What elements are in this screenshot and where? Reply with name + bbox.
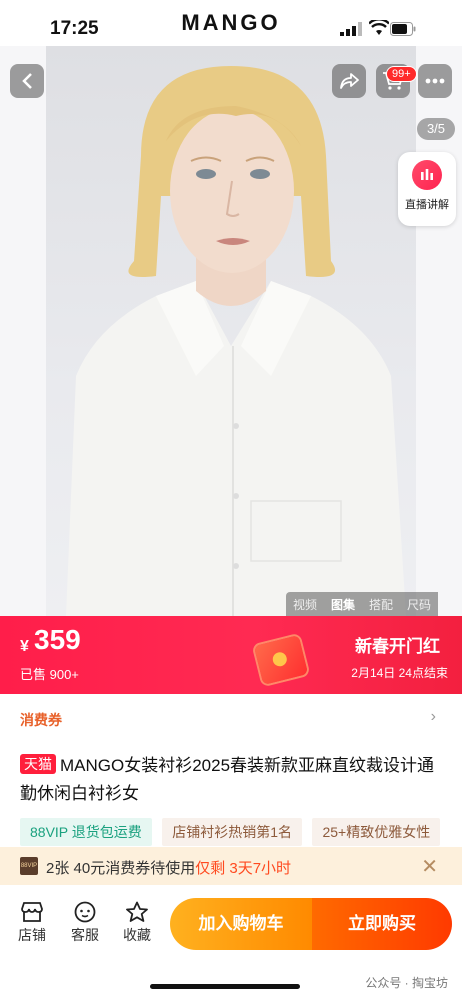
signal-icon — [340, 22, 362, 36]
favorite-label: 收藏 — [123, 927, 151, 943]
wifi-icon — [369, 20, 389, 35]
coupon-label: 消费券 — [20, 712, 62, 728]
sold-count: 已售 900+ — [20, 667, 79, 682]
status-bar: 17:25 MANGO — [0, 0, 462, 46]
model-photo — [66, 66, 406, 616]
share-icon — [340, 73, 359, 89]
star-icon — [126, 901, 148, 922]
coupon-notice[interactable]: 88VIP 2张 40元消费券待使用仅剩 3天7小时 ✕ — [0, 847, 462, 885]
price-amount: 359 — [34, 624, 81, 655]
tag-style[interactable]: 25+精致优雅女性 — [312, 818, 441, 846]
promo-title: 新春开门红 — [355, 637, 440, 656]
product-title-text: MANGO女装衬衫2025春装新款亚麻直纹裁设计通勤休闲白衬衫女 — [20, 756, 435, 803]
tmall-badge: 天猫 — [20, 754, 56, 774]
tag-vip-shipping[interactable]: 88VIP 退货包运费 — [20, 818, 152, 846]
store-label: 店铺 — [18, 927, 46, 943]
currency-symbol: ¥ — [20, 638, 29, 655]
store-button[interactable]: 店铺 — [12, 901, 52, 945]
store-icon — [21, 902, 43, 922]
home-indicator — [150, 984, 300, 989]
customer-service-icon — [74, 901, 96, 923]
live-label: 直播讲解 — [405, 199, 449, 211]
vip-logo-icon: 88VIP — [20, 857, 38, 875]
tab-size[interactable]: 尺码 — [400, 592, 438, 616]
tab-video[interactable]: 视频 — [286, 592, 324, 616]
more-button[interactable] — [418, 64, 452, 98]
product-image[interactable] — [46, 46, 416, 616]
watermark: 公众号 · 掏宝坊 — [365, 976, 448, 990]
add-to-cart-button[interactable]: 加入购物车 — [170, 898, 312, 950]
service-label: 客服 — [71, 927, 99, 943]
share-button[interactable] — [332, 64, 366, 98]
buy-now-button[interactable]: 立即购买 — [312, 898, 452, 950]
red-envelope-icon — [253, 635, 309, 685]
tab-outfit[interactable]: 搭配 — [362, 592, 400, 616]
price-banner: ¥ 359 已售 900+ 新春开门红 2月14日 24点结束 — [0, 616, 462, 694]
notice-text-prefix: 2张 40元消费券待使用 — [46, 860, 196, 877]
bottom-action-bar: 店铺 客服 收藏 加入购物车 立即购买 — [0, 885, 462, 965]
gallery-background — [0, 46, 46, 616]
product-title: 天猫 MANGO女装衬衫2025春装新款亚麻直纹裁设计通勤休闲白衬衫女 — [20, 752, 446, 808]
tag-bestseller[interactable]: 店铺衬衫热销第1名 — [162, 818, 303, 846]
product-tags: 88VIP 退货包运费 店铺衬衫热销第1名 25+精致优雅女性 — [20, 818, 462, 846]
chevron-right-icon: › — [430, 708, 436, 725]
close-icon[interactable]: ✕ — [421, 854, 438, 879]
service-button[interactable]: 客服 — [65, 901, 105, 945]
notice-countdown: 仅剩 3天7小时 — [195, 860, 292, 877]
more-dots-icon — [425, 78, 445, 84]
tab-gallery[interactable]: 图集 — [324, 592, 362, 616]
cart-badge: 99+ — [386, 66, 417, 82]
chevron-left-icon — [22, 73, 32, 89]
coupon-row[interactable]: 消费券 › — [0, 694, 462, 738]
live-explain-button[interactable]: 直播讲解 — [398, 152, 456, 226]
promo-end-time: 2月14日 24点结束 — [351, 666, 448, 680]
battery-icon — [390, 22, 416, 36]
image-counter: 3/5 — [417, 118, 455, 140]
live-icon — [412, 160, 442, 190]
back-button[interactable] — [10, 64, 44, 98]
favorite-button[interactable]: 收藏 — [117, 901, 157, 945]
media-tabs: 视频 图集 搭配 尺码 — [286, 592, 439, 616]
notice-text: 2张 40元消费券待使用仅剩 3天7小时 — [46, 857, 291, 878]
